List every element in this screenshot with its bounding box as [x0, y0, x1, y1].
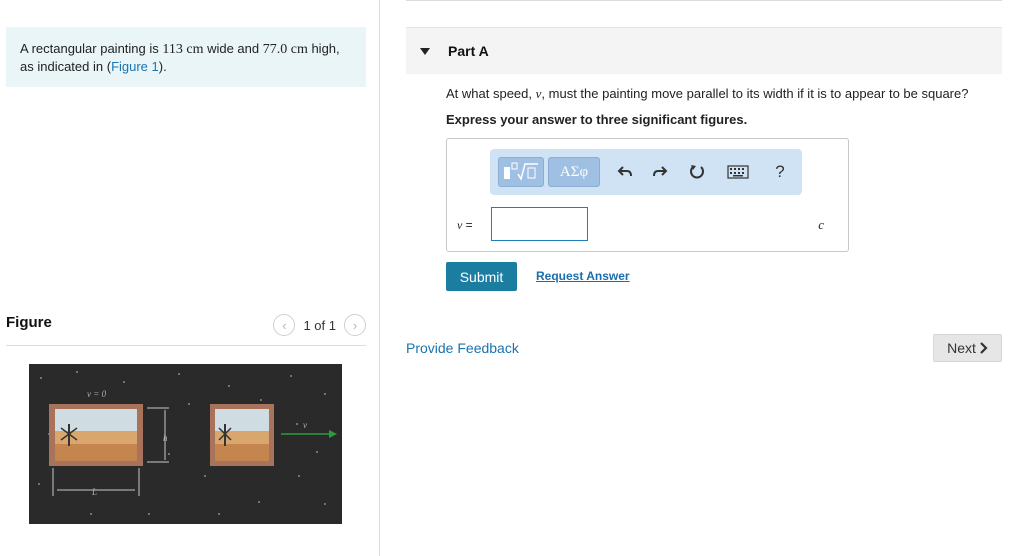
- reset-icon: [690, 165, 704, 179]
- question-text: At what speed, v, must the painting move…: [446, 86, 969, 101]
- redo-icon: [653, 166, 668, 177]
- painting-at-rest: [49, 404, 143, 466]
- figure-next-button[interactable]: ›: [344, 314, 366, 336]
- width-value: 113 cm: [162, 42, 204, 57]
- L-label: L: [91, 487, 97, 497]
- templates-icon: [504, 162, 538, 181]
- collapse-triangle-icon: [420, 47, 430, 55]
- chevron-right-icon: [980, 342, 988, 354]
- h-label: h: [163, 433, 168, 443]
- symbols-button[interactable]: ΑΣφ: [548, 157, 600, 187]
- undo-button[interactable]: [615, 162, 635, 182]
- figure-header: Figure ‹ 1 of 1 ›: [6, 312, 366, 346]
- v-zero-label: v = 0: [87, 389, 107, 399]
- figure-prev-button[interactable]: ‹: [273, 314, 296, 336]
- answer-unit: c: [818, 217, 824, 232]
- height-value: 77.0 cm: [262, 42, 308, 57]
- help-button[interactable]: ?: [770, 162, 790, 182]
- next-button[interactable]: Next: [933, 334, 1002, 362]
- figure-image: v = 0 h L v: [29, 364, 342, 524]
- part-title: Part A: [448, 43, 489, 59]
- answer-input[interactable]: [491, 207, 588, 241]
- reset-button[interactable]: [687, 162, 707, 182]
- figure-title: Figure: [6, 314, 52, 331]
- undo-icon: [617, 166, 632, 177]
- chevron-left-icon: ‹: [282, 317, 287, 333]
- answer-instruction: Express your answer to three significant…: [446, 112, 748, 127]
- keyboard-button[interactable]: [726, 162, 750, 182]
- provide-feedback-link[interactable]: Provide Feedback: [406, 340, 519, 356]
- figure-count: 1 of 1: [303, 317, 336, 333]
- painting-diagram: v = 0 h L v: [29, 364, 342, 524]
- request-answer-link[interactable]: Request Answer: [536, 269, 630, 283]
- templates-button[interactable]: [498, 157, 544, 187]
- problem-statement: A rectangular painting is 113 cm wide an…: [6, 27, 366, 87]
- submit-button[interactable]: Submit: [446, 262, 517, 291]
- redo-button[interactable]: [650, 162, 670, 182]
- figure-link[interactable]: Figure 1: [111, 59, 159, 74]
- v-label: v: [303, 420, 307, 430]
- part-header[interactable]: Part A: [406, 27, 1002, 74]
- problem-panel: A rectangular painting is 113 cm wide an…: [6, 27, 366, 87]
- part-panel: Part A At what speed, v, must the painti…: [406, 27, 1002, 362]
- column-divider: [379, 0, 380, 556]
- keyboard-icon: [727, 165, 749, 179]
- answer-variable-label: v =: [457, 218, 473, 232]
- chevron-right-icon: ›: [352, 317, 358, 333]
- top-rule: [406, 0, 1002, 1]
- painting-moving: [210, 404, 274, 466]
- figure-nav: ‹ 1 of 1 ›: [273, 314, 366, 336]
- answer-box: ΑΣφ ? v = c: [446, 138, 849, 252]
- math-toolbar: ΑΣφ ?: [490, 149, 802, 195]
